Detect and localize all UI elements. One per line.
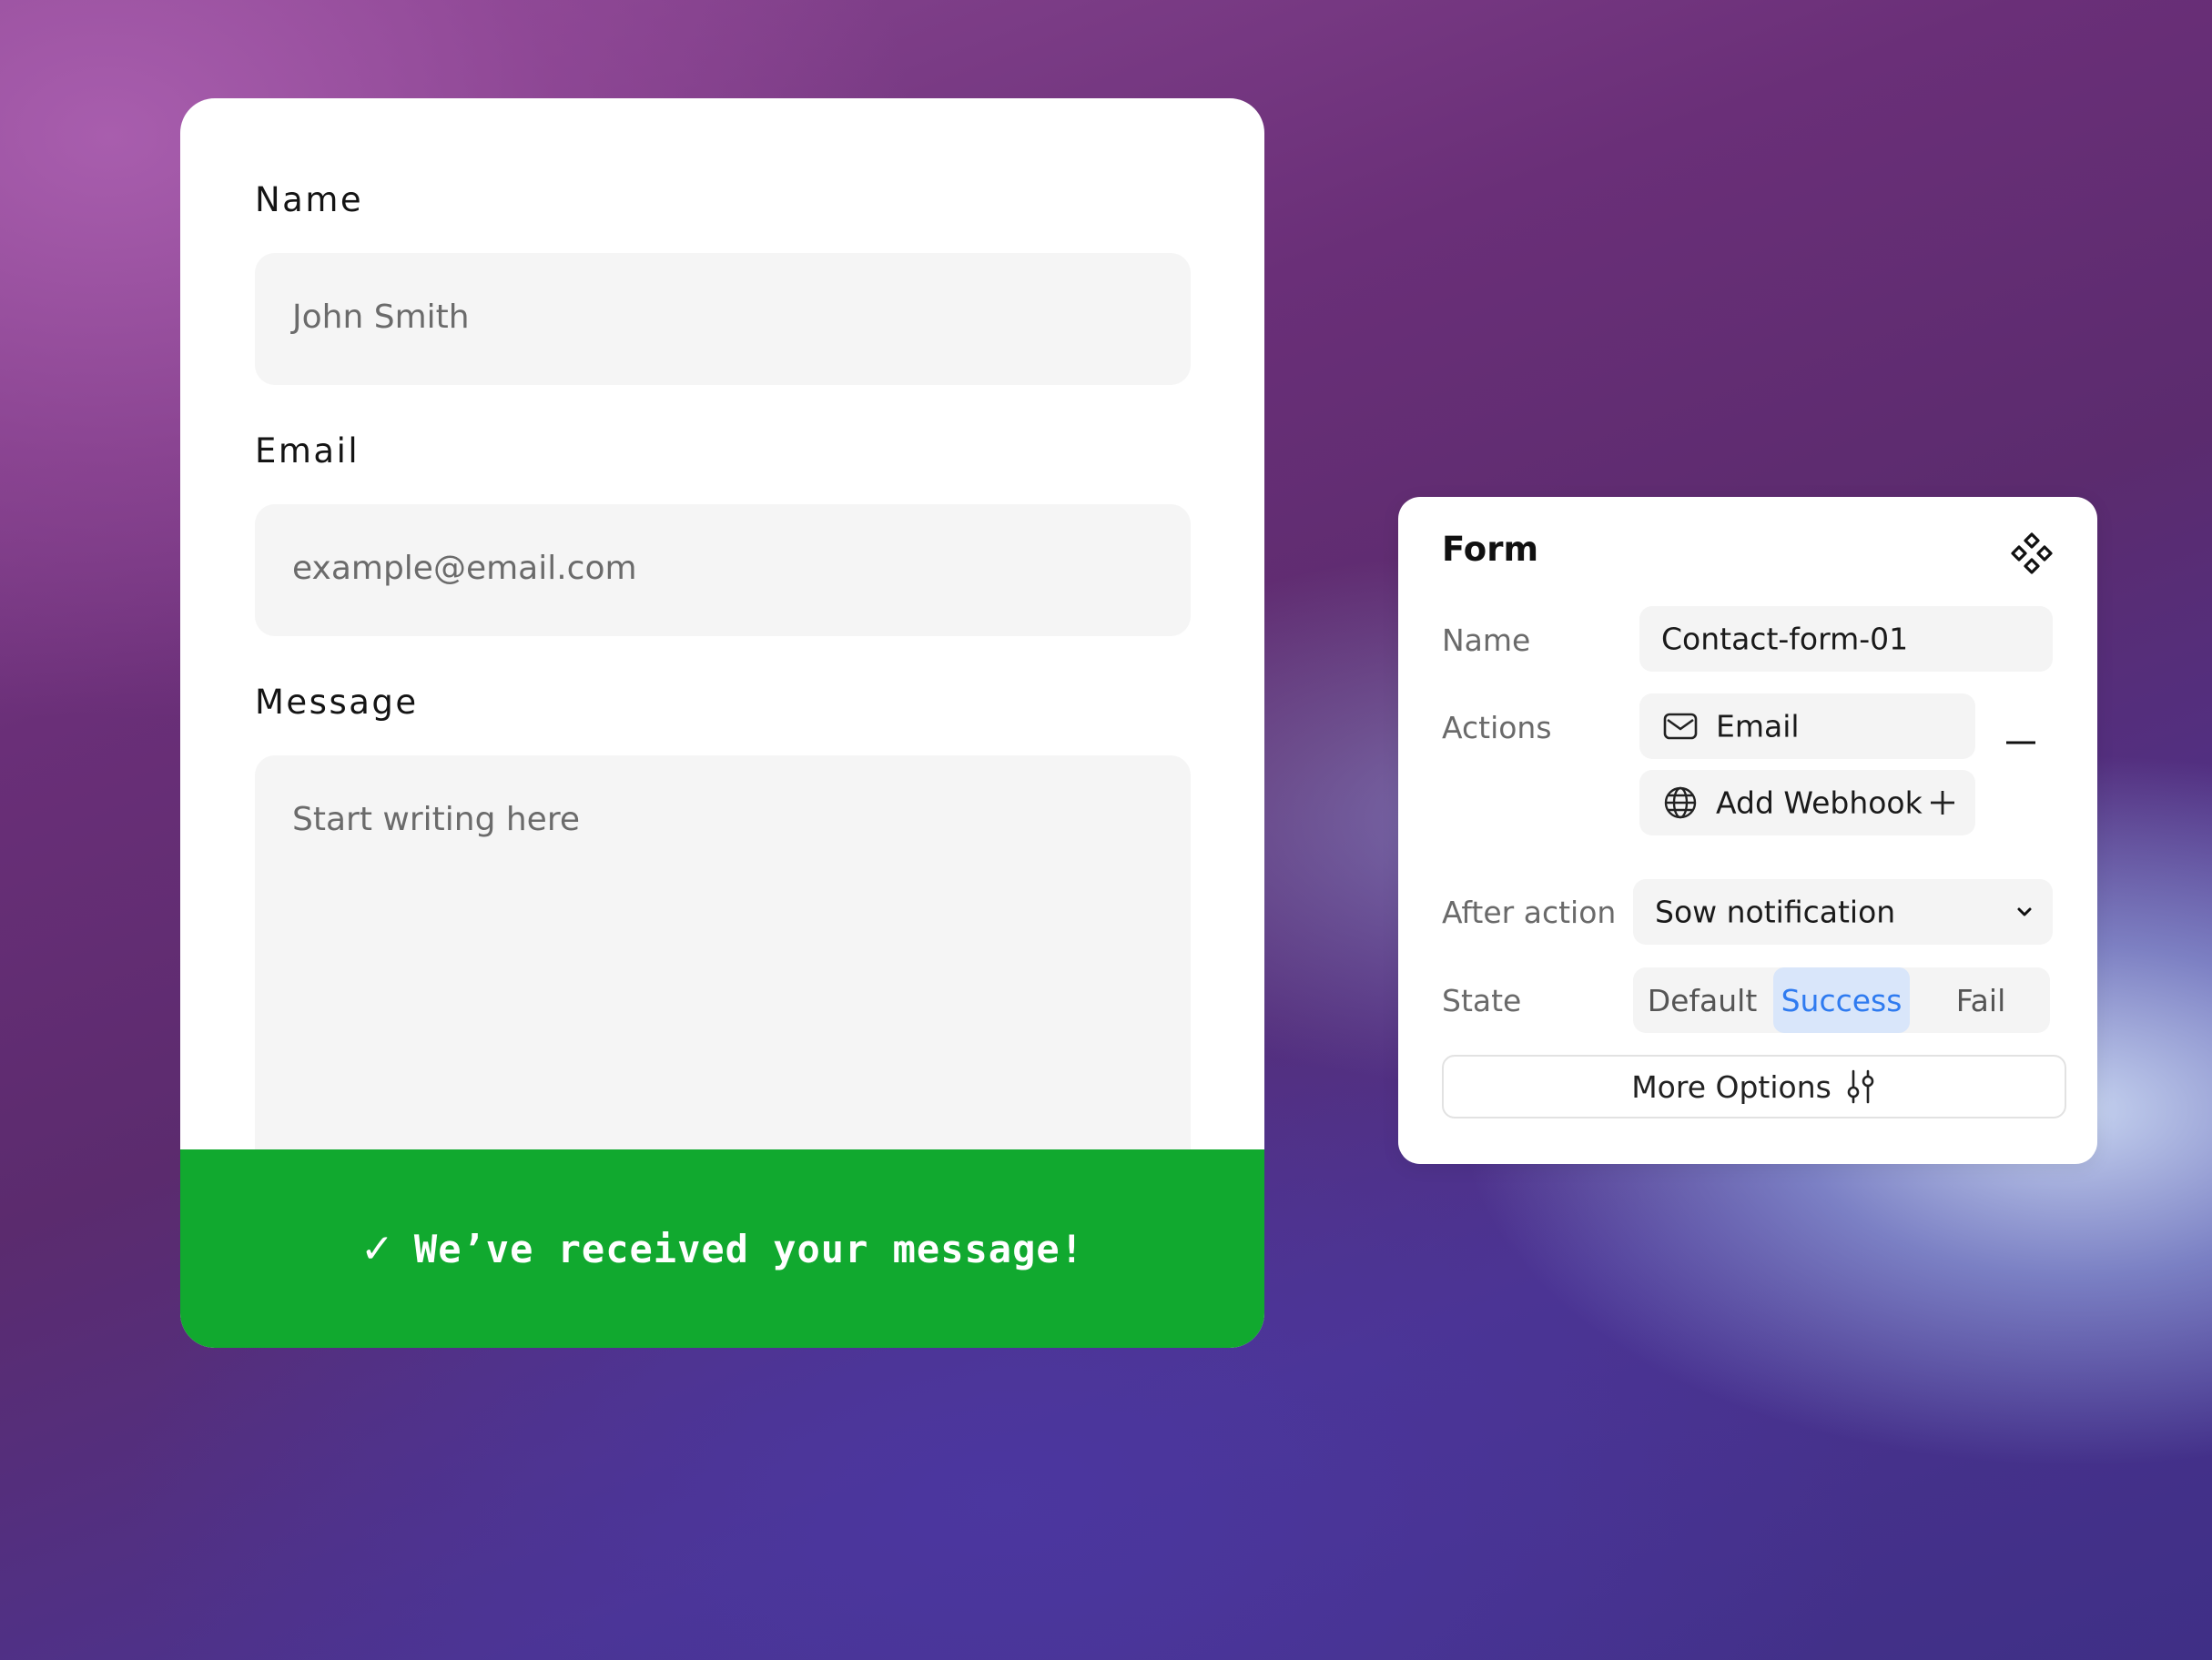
after-action-row-label: After action	[1442, 895, 1617, 930]
chevron-down-icon	[2017, 907, 2032, 916]
success-banner: ✓ We’ve received your message!	[180, 1149, 1264, 1348]
after-action-value: Sow notification	[1655, 894, 1896, 930]
more-options-button[interactable]: More Options	[1442, 1055, 2066, 1118]
state-default[interactable]: Default	[1633, 967, 1771, 1033]
mail-icon	[1663, 713, 1698, 740]
name-placeholder: John Smith	[292, 299, 470, 336]
sliders-icon	[1847, 1069, 1874, 1104]
name-input[interactable]: John Smith	[255, 253, 1191, 385]
success-message: We’ve received your message!	[413, 1226, 1084, 1271]
state-success[interactable]: Success	[1773, 967, 1910, 1033]
panel-title: Form	[1442, 530, 1538, 569]
message-placeholder: Start writing here	[292, 801, 580, 838]
state-fail[interactable]: Fail	[1912, 967, 2050, 1033]
message-textarea[interactable]: Start writing here	[255, 755, 1191, 1174]
action-email[interactable]: Email	[1639, 693, 1975, 759]
plus-icon[interactable]	[1929, 789, 1956, 816]
form-name-value: Contact-form-01	[1661, 621, 1909, 657]
action-webhook-label: Add Webhook	[1716, 784, 1923, 821]
form-name-field[interactable]: Contact-form-01	[1639, 606, 2053, 672]
minus-icon[interactable]	[2003, 724, 2039, 761]
state-row-label: State	[1442, 983, 1522, 1018]
action-email-label: Email	[1716, 708, 1800, 744]
checkmark-icon: ✓	[360, 1225, 394, 1272]
action-add-webhook[interactable]: Add Webhook	[1639, 770, 1975, 835]
after-action-select[interactable]: Sow notification	[1633, 879, 2053, 945]
email-input[interactable]: example@email.com	[255, 504, 1191, 636]
components-icon[interactable]	[2010, 531, 2054, 575]
name-label: Name	[255, 180, 364, 219]
email-label: Email	[255, 431, 360, 471]
globe-icon	[1664, 786, 1697, 819]
contact-form-card: Name John Smith Email example@email.com …	[180, 98, 1264, 1348]
more-options-label: More Options	[1631, 1068, 1831, 1105]
state-segmented-control: Default Success Fail	[1633, 967, 2050, 1033]
actions-row-label: Actions	[1442, 710, 1552, 745]
form-settings-panel: Form Name Contact-form-01 Actions Email	[1398, 497, 2097, 1164]
message-label: Message	[255, 683, 419, 722]
name-row-label: Name	[1442, 622, 1531, 658]
email-placeholder: example@email.com	[292, 550, 637, 587]
